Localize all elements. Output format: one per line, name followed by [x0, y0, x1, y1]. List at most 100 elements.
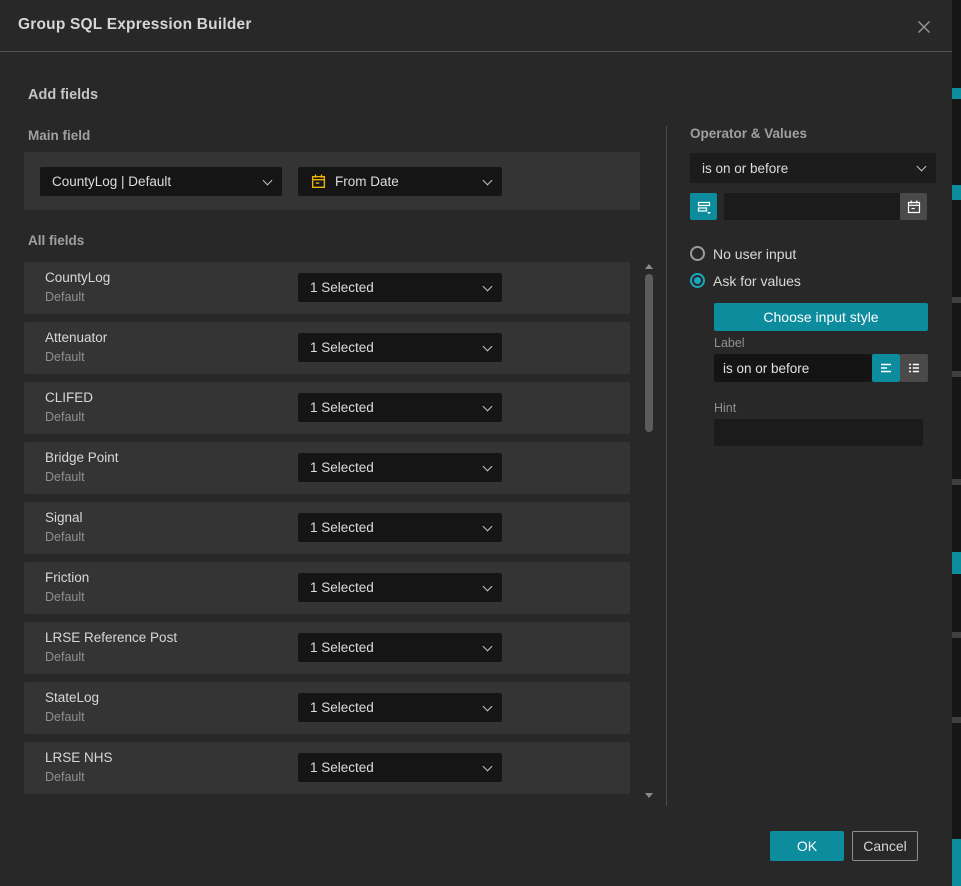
background-fragment — [952, 88, 961, 99]
date-picker-button[interactable] — [900, 193, 927, 220]
chevron-down-icon — [483, 581, 493, 591]
row-selection-select[interactable]: 1 Selected — [298, 513, 502, 542]
chevron-down-icon — [483, 521, 493, 531]
hint-input[interactable] — [714, 419, 923, 446]
background-fragment — [952, 839, 961, 886]
list-scrollbar[interactable] — [644, 262, 654, 800]
background-app-sliver — [952, 0, 961, 886]
chevron-down-icon — [483, 701, 493, 711]
scroll-down-arrow-icon[interactable] — [645, 793, 653, 798]
row-selection-value: 1 Selected — [310, 340, 374, 355]
background-fragment — [952, 185, 961, 200]
input-mode-button[interactable] — [690, 193, 717, 220]
field-name: CLIFED — [45, 390, 93, 405]
chevron-down-icon — [483, 341, 493, 351]
label-style-list-button[interactable] — [900, 354, 928, 382]
label-input[interactable] — [714, 354, 872, 382]
close-button[interactable] — [910, 13, 938, 41]
row-selection-select[interactable]: 1 Selected — [298, 333, 502, 362]
align-left-icon — [878, 360, 894, 376]
main-field-select-value: From Date — [335, 174, 399, 189]
main-layer-select-value: CountyLog | Default — [52, 174, 171, 189]
label-caption: Label — [714, 336, 745, 350]
row-selection-select[interactable]: 1 Selected — [298, 393, 502, 422]
row-selection-value: 1 Selected — [310, 760, 374, 775]
row-selection-select[interactable]: 1 Selected — [298, 453, 502, 482]
field-subtitle: Default — [45, 290, 85, 304]
main-layer-select[interactable]: CountyLog | Default — [40, 167, 282, 196]
field-name: Attenuator — [45, 330, 107, 345]
field-row: LRSE NHS Default 1 Selected — [24, 742, 630, 794]
background-fragment — [952, 297, 961, 303]
row-selection-select[interactable]: 1 Selected — [298, 633, 502, 662]
scrollbar-thumb[interactable] — [645, 274, 653, 432]
row-selection-value: 1 Selected — [310, 400, 374, 415]
field-subtitle: Default — [45, 710, 85, 724]
background-fragment — [952, 717, 961, 723]
row-selection-value: 1 Selected — [310, 640, 374, 655]
chevron-down-icon — [917, 162, 927, 172]
background-fragment — [952, 371, 961, 377]
add-fields-heading: Add fields — [28, 87, 98, 103]
chevron-down-icon — [483, 401, 493, 411]
field-name: Bridge Point — [45, 450, 119, 465]
hint-caption: Hint — [714, 401, 736, 415]
field-name: CountyLog — [45, 270, 110, 285]
chevron-down-icon — [483, 281, 493, 291]
field-subtitle: Default — [45, 650, 85, 664]
field-subtitle: Default — [45, 530, 85, 544]
calendar-icon — [310, 173, 327, 190]
field-row: Friction Default 1 Selected — [24, 562, 630, 614]
main-field-select[interactable]: From Date — [298, 167, 502, 196]
field-list-icon — [696, 199, 712, 215]
group-sql-expression-builder-dialog: Group SQL Expression Builder Add fields … — [0, 0, 952, 886]
chevron-down-icon — [263, 175, 273, 185]
row-selection-value: 1 Selected — [310, 580, 374, 595]
background-fragment — [952, 552, 961, 574]
dialog-title: Group SQL Expression Builder — [18, 16, 252, 34]
ask-for-values-label: Ask for values — [713, 273, 801, 289]
row-selection-select[interactable]: 1 Selected — [298, 273, 502, 302]
field-name: LRSE NHS — [45, 750, 113, 765]
background-fragment — [952, 479, 961, 485]
field-row: LRSE Reference Post Default 1 Selected — [24, 622, 630, 674]
field-row: StateLog Default 1 Selected — [24, 682, 630, 734]
panel-divider — [666, 126, 667, 806]
scroll-up-arrow-icon[interactable] — [645, 264, 653, 269]
row-selection-select[interactable]: 1 Selected — [298, 753, 502, 782]
no-user-input-radio[interactable] — [690, 246, 705, 261]
main-field-heading: Main field — [28, 128, 90, 143]
field-subtitle: Default — [45, 350, 85, 364]
operator-select[interactable]: is on or before — [690, 153, 936, 183]
all-fields-heading: All fields — [28, 233, 84, 248]
background-fragment — [952, 632, 961, 638]
close-icon — [914, 17, 934, 37]
label-style-text-button[interactable] — [872, 354, 900, 382]
cancel-button[interactable]: Cancel — [852, 831, 918, 861]
chevron-down-icon — [483, 641, 493, 651]
field-subtitle: Default — [45, 470, 85, 484]
operator-select-value: is on or before — [702, 161, 788, 176]
row-selection-value: 1 Selected — [310, 700, 374, 715]
field-row: Bridge Point Default 1 Selected — [24, 442, 630, 494]
choose-input-style-button[interactable]: Choose input style — [714, 303, 928, 331]
field-row: Attenuator Default 1 Selected — [24, 322, 630, 374]
list-icon — [906, 360, 922, 376]
chevron-down-icon — [483, 175, 493, 185]
field-subtitle: Default — [45, 770, 85, 784]
field-name: Friction — [45, 570, 89, 585]
field-subtitle: Default — [45, 410, 85, 424]
row-selection-select[interactable]: 1 Selected — [298, 693, 502, 722]
field-name: LRSE Reference Post — [45, 630, 177, 645]
operator-values-heading: Operator & Values — [690, 126, 807, 141]
field-name: StateLog — [45, 690, 99, 705]
calendar-icon — [906, 199, 922, 215]
chevron-down-icon — [483, 461, 493, 471]
ask-for-values-radio[interactable] — [690, 273, 705, 288]
value-input[interactable] — [724, 193, 900, 220]
row-selection-value: 1 Selected — [310, 520, 374, 535]
ok-button[interactable]: OK — [770, 831, 844, 861]
row-selection-select[interactable]: 1 Selected — [298, 573, 502, 602]
field-name: Signal — [45, 510, 83, 525]
no-user-input-label: No user input — [713, 246, 796, 262]
